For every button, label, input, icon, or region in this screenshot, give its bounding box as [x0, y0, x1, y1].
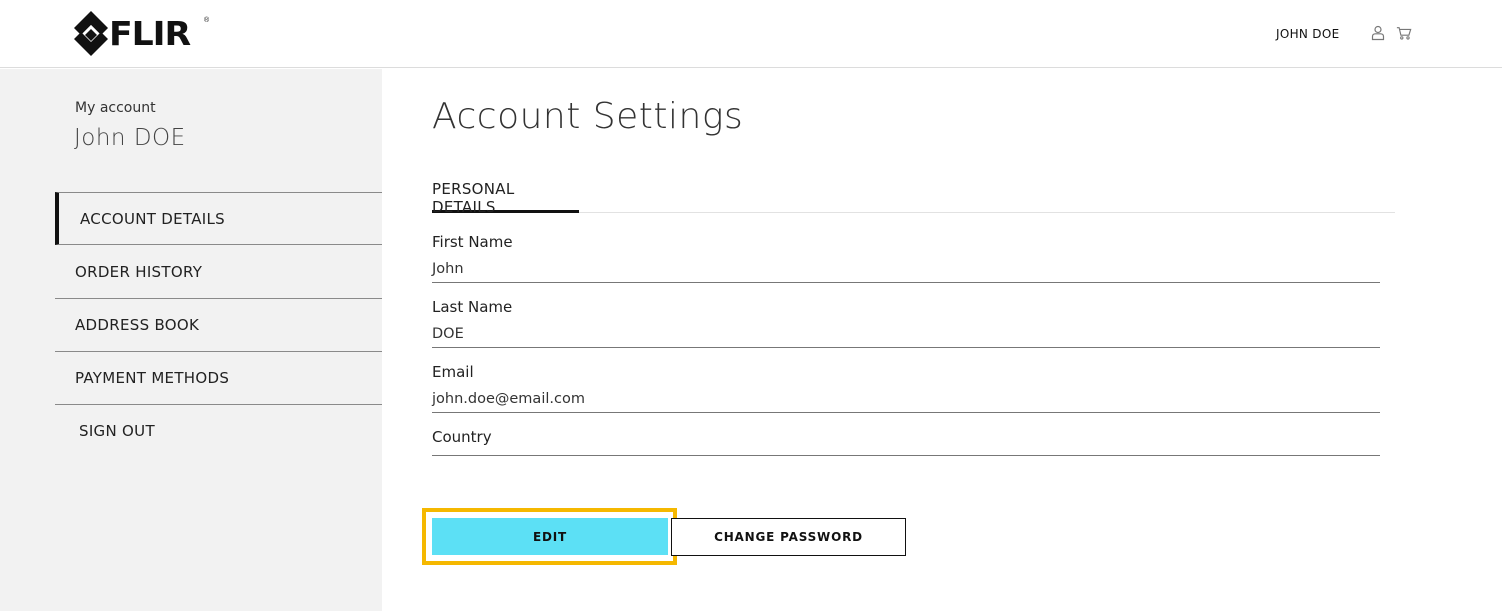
first-name-label: First Name	[432, 233, 513, 251]
email-field[interactable]: Email john.doe@email.com	[432, 363, 1380, 413]
account-sidebar: My account John DOE ACCOUNT DETAILS ORDE…	[0, 69, 382, 611]
tab-bar: PERSONAL DETAILS	[432, 170, 1395, 216]
change-password-button[interactable]: CHANGE PASSWORD	[671, 518, 906, 556]
country-label: Country	[432, 428, 492, 446]
sidebar-item-order-history[interactable]: ORDER HISTORY	[55, 245, 382, 298]
last-name-label: Last Name	[432, 298, 513, 316]
email-label: Email	[432, 363, 474, 381]
sidebar-user-name: John DOE	[74, 125, 186, 151]
flir-logo[interactable]: FLIR ®	[74, 11, 209, 56]
last-name-field[interactable]: Last Name DOE	[432, 298, 1380, 348]
tab-personal-details[interactable]: PERSONAL DETAILS	[432, 170, 579, 216]
sidebar-nav: ACCOUNT DETAILS ORDER HISTORY ADDRESS BO…	[55, 192, 382, 457]
sidebar-item-account-details[interactable]: ACCOUNT DETAILS	[55, 192, 382, 245]
sidebar-item-sign-out[interactable]: SIGN OUT	[55, 404, 382, 457]
logo-text: FLIR	[109, 14, 191, 53]
sidebar-item-address-book[interactable]: ADDRESS BOOK	[55, 298, 382, 351]
first-name-value: John	[432, 261, 464, 277]
header-user-name[interactable]: JOHN DOE	[1276, 27, 1339, 41]
edit-button[interactable]: EDIT	[432, 518, 668, 555]
cart-icon[interactable]	[1396, 25, 1412, 41]
sidebar-heading: My account	[75, 100, 156, 116]
user-icon[interactable]	[1370, 25, 1386, 41]
email-value: john.doe@email.com	[432, 391, 585, 407]
flir-logo-mark-icon	[74, 11, 108, 56]
sidebar-item-payment-methods[interactable]: PAYMENT METHODS	[55, 351, 382, 404]
first-name-field[interactable]: First Name John	[432, 233, 1380, 283]
site-header: FLIR ® JOHN DOE	[0, 0, 1502, 68]
last-name-value: DOE	[432, 326, 464, 342]
page-title: Account Settings	[432, 96, 744, 137]
logo-registered-mark: ®	[204, 17, 210, 24]
country-field[interactable]: Country	[432, 428, 1380, 456]
